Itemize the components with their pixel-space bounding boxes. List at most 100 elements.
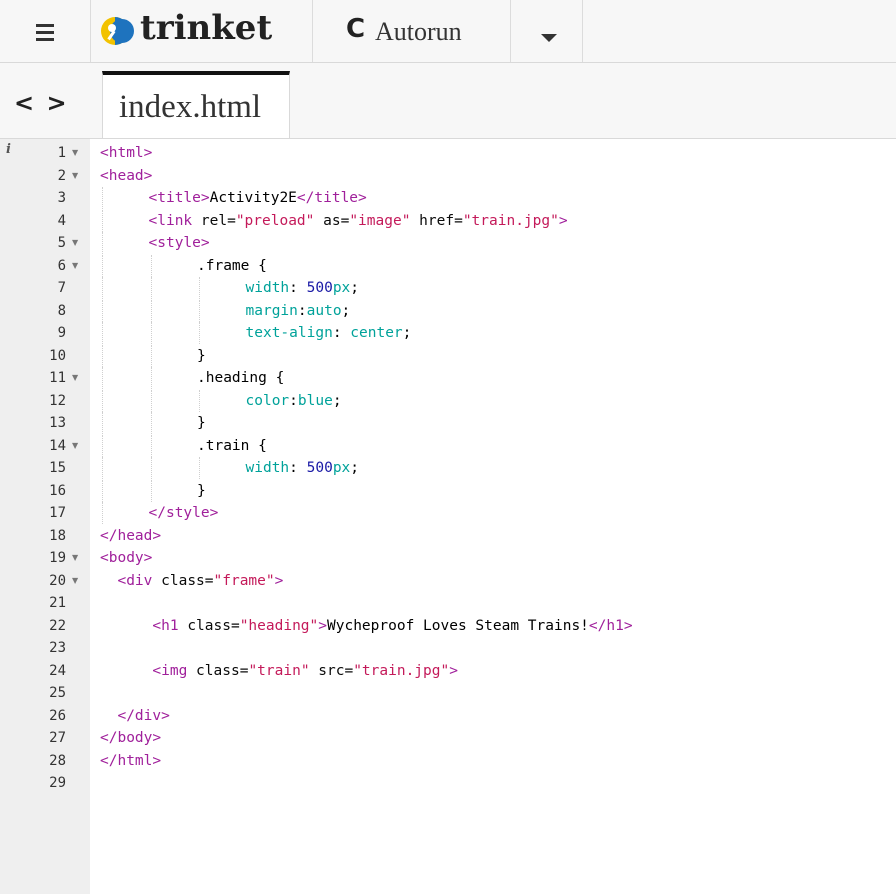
code-token: "image" [349,212,411,229]
code-line[interactable]: 9 text-align: center; [0,322,896,344]
fold-arrow-icon[interactable]: ▼ [72,142,78,164]
code-line[interactable]: 12 color:blue; [0,389,896,412]
code-line[interactable]: 13} [0,412,896,434]
trinket-logo[interactable]: trinket [90,0,313,62]
code-token: href= [410,212,463,229]
code-line[interactable]: 25 [0,682,896,704]
indent-guide [150,367,152,389]
code-text: </html> [100,750,161,772]
code-token: </html> [100,752,162,769]
indent-guide [150,299,152,322]
code-token: "train" [248,662,310,679]
code-text: <body> [100,547,152,569]
code-token: ; [332,392,342,409]
code-token: width [245,460,290,476]
code-token: : [289,280,307,296]
code-token: <title> [148,190,210,206]
code-token: 500 [306,280,333,296]
code-line[interactable]: 28 </html> [0,750,896,772]
fold-arrow-icon[interactable]: ▼ [72,570,78,592]
tab-label: index.html [119,89,262,125]
menu-button[interactable] [0,0,91,62]
code-text: <div class="frame"> [100,570,283,592]
code-line[interactable]: 21 [0,592,896,614]
code-text: width: 500px; [246,277,360,299]
line-number: 11 [49,370,66,386]
code-line[interactable]: 7 width: 500px; [0,277,896,299]
indent-guide [150,389,152,412]
code-line[interactable]: 26 </div> [0,705,896,727]
line-number: 4 [57,212,66,229]
code-token: .train { [197,437,267,454]
code-line[interactable]: 22 <h1 class="heading">Wycheproof Loves … [0,615,896,637]
code-line[interactable]: 20 ▼ <div class="frame"> [0,570,896,592]
code-text: width: 500px; [246,457,360,479]
code-token: color [245,392,290,409]
code-line[interactable]: 2 ▼ <head> [0,165,896,187]
code-line[interactable]: 19 ▼ <body> [0,547,896,569]
fold-arrow-icon[interactable]: ▼ [72,255,78,277]
code-text: </body> [100,727,161,749]
code-line[interactable]: 3 <title>Activity2E</title> [0,187,896,209]
fold-arrow-icon[interactable]: ▼ [72,435,78,457]
code-text: <title>Activity2E</title> [149,187,367,209]
code-line[interactable]: 1 ▼ <html> [0,142,896,164]
code-line[interactable]: 6 ▼ .frame { [0,254,896,277]
fold-arrow-icon[interactable]: ▼ [72,367,78,389]
fold-arrow-icon[interactable]: ▼ [72,165,78,187]
code-token: "train.jpg" [462,212,559,229]
code-token: <link [148,212,201,229]
options-dropdown-button[interactable] [510,0,583,62]
indent-guide [150,277,152,299]
code-token: > [318,617,328,634]
code-token: > [449,662,458,679]
code-token: src= [309,662,354,679]
code-text: <head> [100,165,152,187]
code-token: <img [152,662,197,679]
code-token: : [289,460,307,476]
code-line[interactable]: 5 ▼ <style> [0,232,896,254]
autorun-label: Autorun [375,17,462,46]
code-text: </div> [100,705,169,727]
indent-guide [102,277,103,299]
code-token: blue [297,392,333,409]
code-line[interactable]: 24 <img class="train" src="train.jpg"> [0,660,896,682]
code-line[interactable]: 29 [0,772,896,794]
line-number: 10 [49,347,66,364]
code-toggle-icon[interactable]: < > [14,89,69,117]
logo-text: trinket [140,8,273,48]
code-token: "train.jpg" [353,662,450,679]
line-number: 27 [49,730,66,746]
indent-guide [102,187,103,209]
code-line[interactable]: 17 </style> [0,502,896,524]
code-line[interactable]: 23 [0,637,896,659]
code-line[interactable]: 4 <link rel="preload" as="image" href="tr… [0,209,896,232]
indent-guide [102,299,103,322]
indent-guide [150,457,152,479]
code-line[interactable]: 14 ▼ .train { [0,434,896,457]
indent-guide [199,299,200,322]
code-text: .heading { [197,367,284,389]
indent-guide [150,479,152,502]
code-line[interactable]: 15 width: 500px; [0,457,896,479]
autorun-button[interactable]: C Autorun [313,0,511,62]
code-line[interactable]: 11 ▼ .heading { [0,367,896,389]
code-line[interactable]: 27 </body> [0,727,896,749]
code-text: <img class="train" src="train.jpg"> [100,660,458,682]
code-token: : [289,392,298,409]
line-number: 29 [49,775,66,791]
code-token: text-align [245,325,333,341]
tab-index-html[interactable]: index.html [102,71,290,138]
fold-arrow-icon[interactable]: ▼ [72,547,78,569]
trinket-logo-icon [101,17,134,45]
code-token: Activity2E [209,190,297,206]
code-editor[interactable]: i 1 ▼ <html> 2 ▼ <head> 3 <title>Activity2E</ti… [0,139,896,894]
code-line[interactable]: 16} [0,479,896,502]
code-line[interactable]: 10} [0,344,896,367]
fold-arrow-icon[interactable]: ▼ [72,232,78,254]
line-number: 2 [57,167,66,184]
code-line[interactable]: 8 margin:auto; [0,299,896,322]
code-line[interactable]: 18 </head> [0,525,896,547]
